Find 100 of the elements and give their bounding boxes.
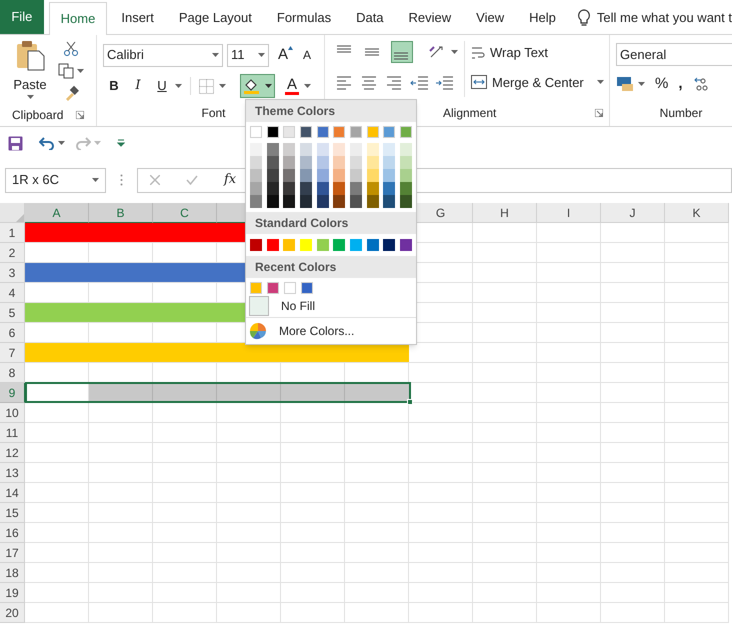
- color-swatch[interactable]: [267, 282, 279, 294]
- row-header[interactable]: 4: [0, 283, 25, 303]
- color-swatch[interactable]: [400, 143, 412, 156]
- color-swatch[interactable]: [266, 156, 279, 169]
- color-swatch[interactable]: [383, 143, 396, 156]
- color-swatch[interactable]: [250, 126, 262, 138]
- ribbon-tab[interactable]: Formulas: [266, 2, 342, 34]
- ribbon-tab[interactable]: Review: [398, 2, 462, 34]
- file-tab[interactable]: File: [0, 0, 44, 34]
- color-swatch[interactable]: [400, 169, 412, 182]
- row-header[interactable]: 6: [0, 323, 25, 343]
- selection-outline[interactable]: [25, 382, 411, 403]
- row-header[interactable]: 16: [0, 523, 25, 543]
- color-swatch[interactable]: [383, 239, 396, 251]
- color-swatch[interactable]: [400, 182, 412, 195]
- color-swatch[interactable]: [383, 182, 396, 195]
- ribbon-tab[interactable]: Data: [345, 2, 395, 34]
- color-swatch[interactable]: [350, 156, 362, 169]
- color-swatch[interactable]: [250, 195, 262, 208]
- column-header[interactable]: H: [473, 203, 537, 223]
- row-header[interactable]: 14: [0, 483, 25, 503]
- color-swatch[interactable]: [383, 195, 396, 208]
- color-swatch[interactable]: [366, 169, 379, 182]
- row-header[interactable]: 12: [0, 443, 25, 463]
- color-swatch[interactable]: [283, 182, 296, 195]
- increase-decimal-icon[interactable]: [692, 76, 709, 92]
- color-swatch[interactable]: [366, 195, 379, 208]
- color-swatch[interactable]: [266, 143, 279, 156]
- row-header[interactable]: 5: [0, 303, 25, 323]
- row-header[interactable]: 1: [0, 223, 25, 243]
- color-swatch[interactable]: [300, 126, 312, 138]
- dialog-launcher-icon[interactable]: [595, 109, 603, 117]
- color-swatch[interactable]: [366, 143, 379, 156]
- color-swatch[interactable]: [383, 156, 396, 169]
- color-swatch[interactable]: [300, 156, 312, 169]
- borders-button[interactable]: [199, 78, 226, 94]
- accounting-format-button[interactable]: [616, 76, 645, 92]
- color-swatch[interactable]: [250, 143, 262, 156]
- ribbon-tab[interactable]: Page Layout: [168, 2, 263, 34]
- color-swatch[interactable]: [333, 169, 346, 182]
- customize-icon[interactable]: [117, 139, 125, 147]
- paste-button[interactable]: Paste: [10, 39, 50, 104]
- color-swatch[interactable]: [383, 126, 396, 138]
- color-swatch[interactable]: [333, 156, 346, 169]
- font-color-button[interactable]: A: [285, 78, 312, 94]
- row-header[interactable]: 15: [0, 503, 25, 523]
- color-swatch[interactable]: [350, 143, 362, 156]
- column-header[interactable]: C: [153, 203, 217, 223]
- row-header[interactable]: 3: [0, 263, 25, 283]
- color-swatch[interactable]: [350, 126, 362, 138]
- font-name-field[interactable]: Calibri: [103, 44, 223, 66]
- color-swatch[interactable]: [316, 169, 329, 182]
- color-swatch[interactable]: [266, 182, 279, 195]
- row-header[interactable]: 10: [0, 403, 25, 423]
- color-swatch[interactable]: [333, 126, 346, 138]
- color-swatch[interactable]: [316, 126, 329, 138]
- color-swatch[interactable]: [266, 126, 279, 138]
- color-swatch[interactable]: [301, 282, 313, 294]
- color-swatch[interactable]: [283, 239, 296, 251]
- row-header[interactable]: 19: [0, 583, 25, 603]
- merge-center-button[interactable]: Merge & Center: [471, 72, 604, 92]
- color-swatch[interactable]: [400, 126, 412, 138]
- color-swatch[interactable]: [300, 182, 312, 195]
- color-swatch[interactable]: [333, 239, 346, 251]
- color-swatch[interactable]: [350, 169, 362, 182]
- column-header[interactable]: B: [89, 203, 153, 223]
- color-swatch[interactable]: [300, 143, 312, 156]
- name-box[interactable]: 1R x 6C: [5, 168, 106, 192]
- ribbon-tab[interactable]: Insert: [110, 2, 165, 34]
- color-swatch[interactable]: [300, 239, 312, 251]
- color-swatch[interactable]: [333, 182, 346, 195]
- orientation-button[interactable]: [429, 45, 458, 59]
- row-header[interactable]: 11: [0, 423, 25, 443]
- font-size-field[interactable]: 11: [227, 44, 269, 66]
- row-header[interactable]: 13: [0, 463, 25, 483]
- color-swatch[interactable]: [316, 156, 329, 169]
- color-swatch[interactable]: [383, 169, 396, 182]
- column-header[interactable]: K: [665, 203, 729, 223]
- row-header[interactable]: 18: [0, 563, 25, 583]
- color-swatch[interactable]: [284, 282, 296, 294]
- color-swatch[interactable]: [366, 182, 379, 195]
- row-header[interactable]: 2: [0, 243, 25, 263]
- color-swatch[interactable]: [266, 169, 279, 182]
- color-swatch[interactable]: [366, 126, 379, 138]
- color-swatch[interactable]: [400, 239, 412, 251]
- dialog-launcher-icon[interactable]: [76, 111, 84, 119]
- color-swatch[interactable]: [266, 239, 279, 251]
- color-swatch[interactable]: [300, 169, 312, 182]
- wrap-text-button[interactable]: Wrap Text: [471, 43, 604, 62]
- color-swatch[interactable]: [283, 169, 296, 182]
- color-swatch[interactable]: [400, 156, 412, 169]
- color-swatch[interactable]: [250, 156, 262, 169]
- undo-button[interactable]: [39, 136, 65, 150]
- save-icon[interactable]: [8, 136, 23, 150]
- color-swatch[interactable]: [283, 195, 296, 208]
- row-header[interactable]: 17: [0, 543, 25, 563]
- lightbulb-icon[interactable]: [576, 9, 591, 27]
- column-header[interactable]: I: [537, 203, 601, 223]
- color-swatch[interactable]: [316, 143, 329, 156]
- color-swatch[interactable]: [283, 126, 296, 138]
